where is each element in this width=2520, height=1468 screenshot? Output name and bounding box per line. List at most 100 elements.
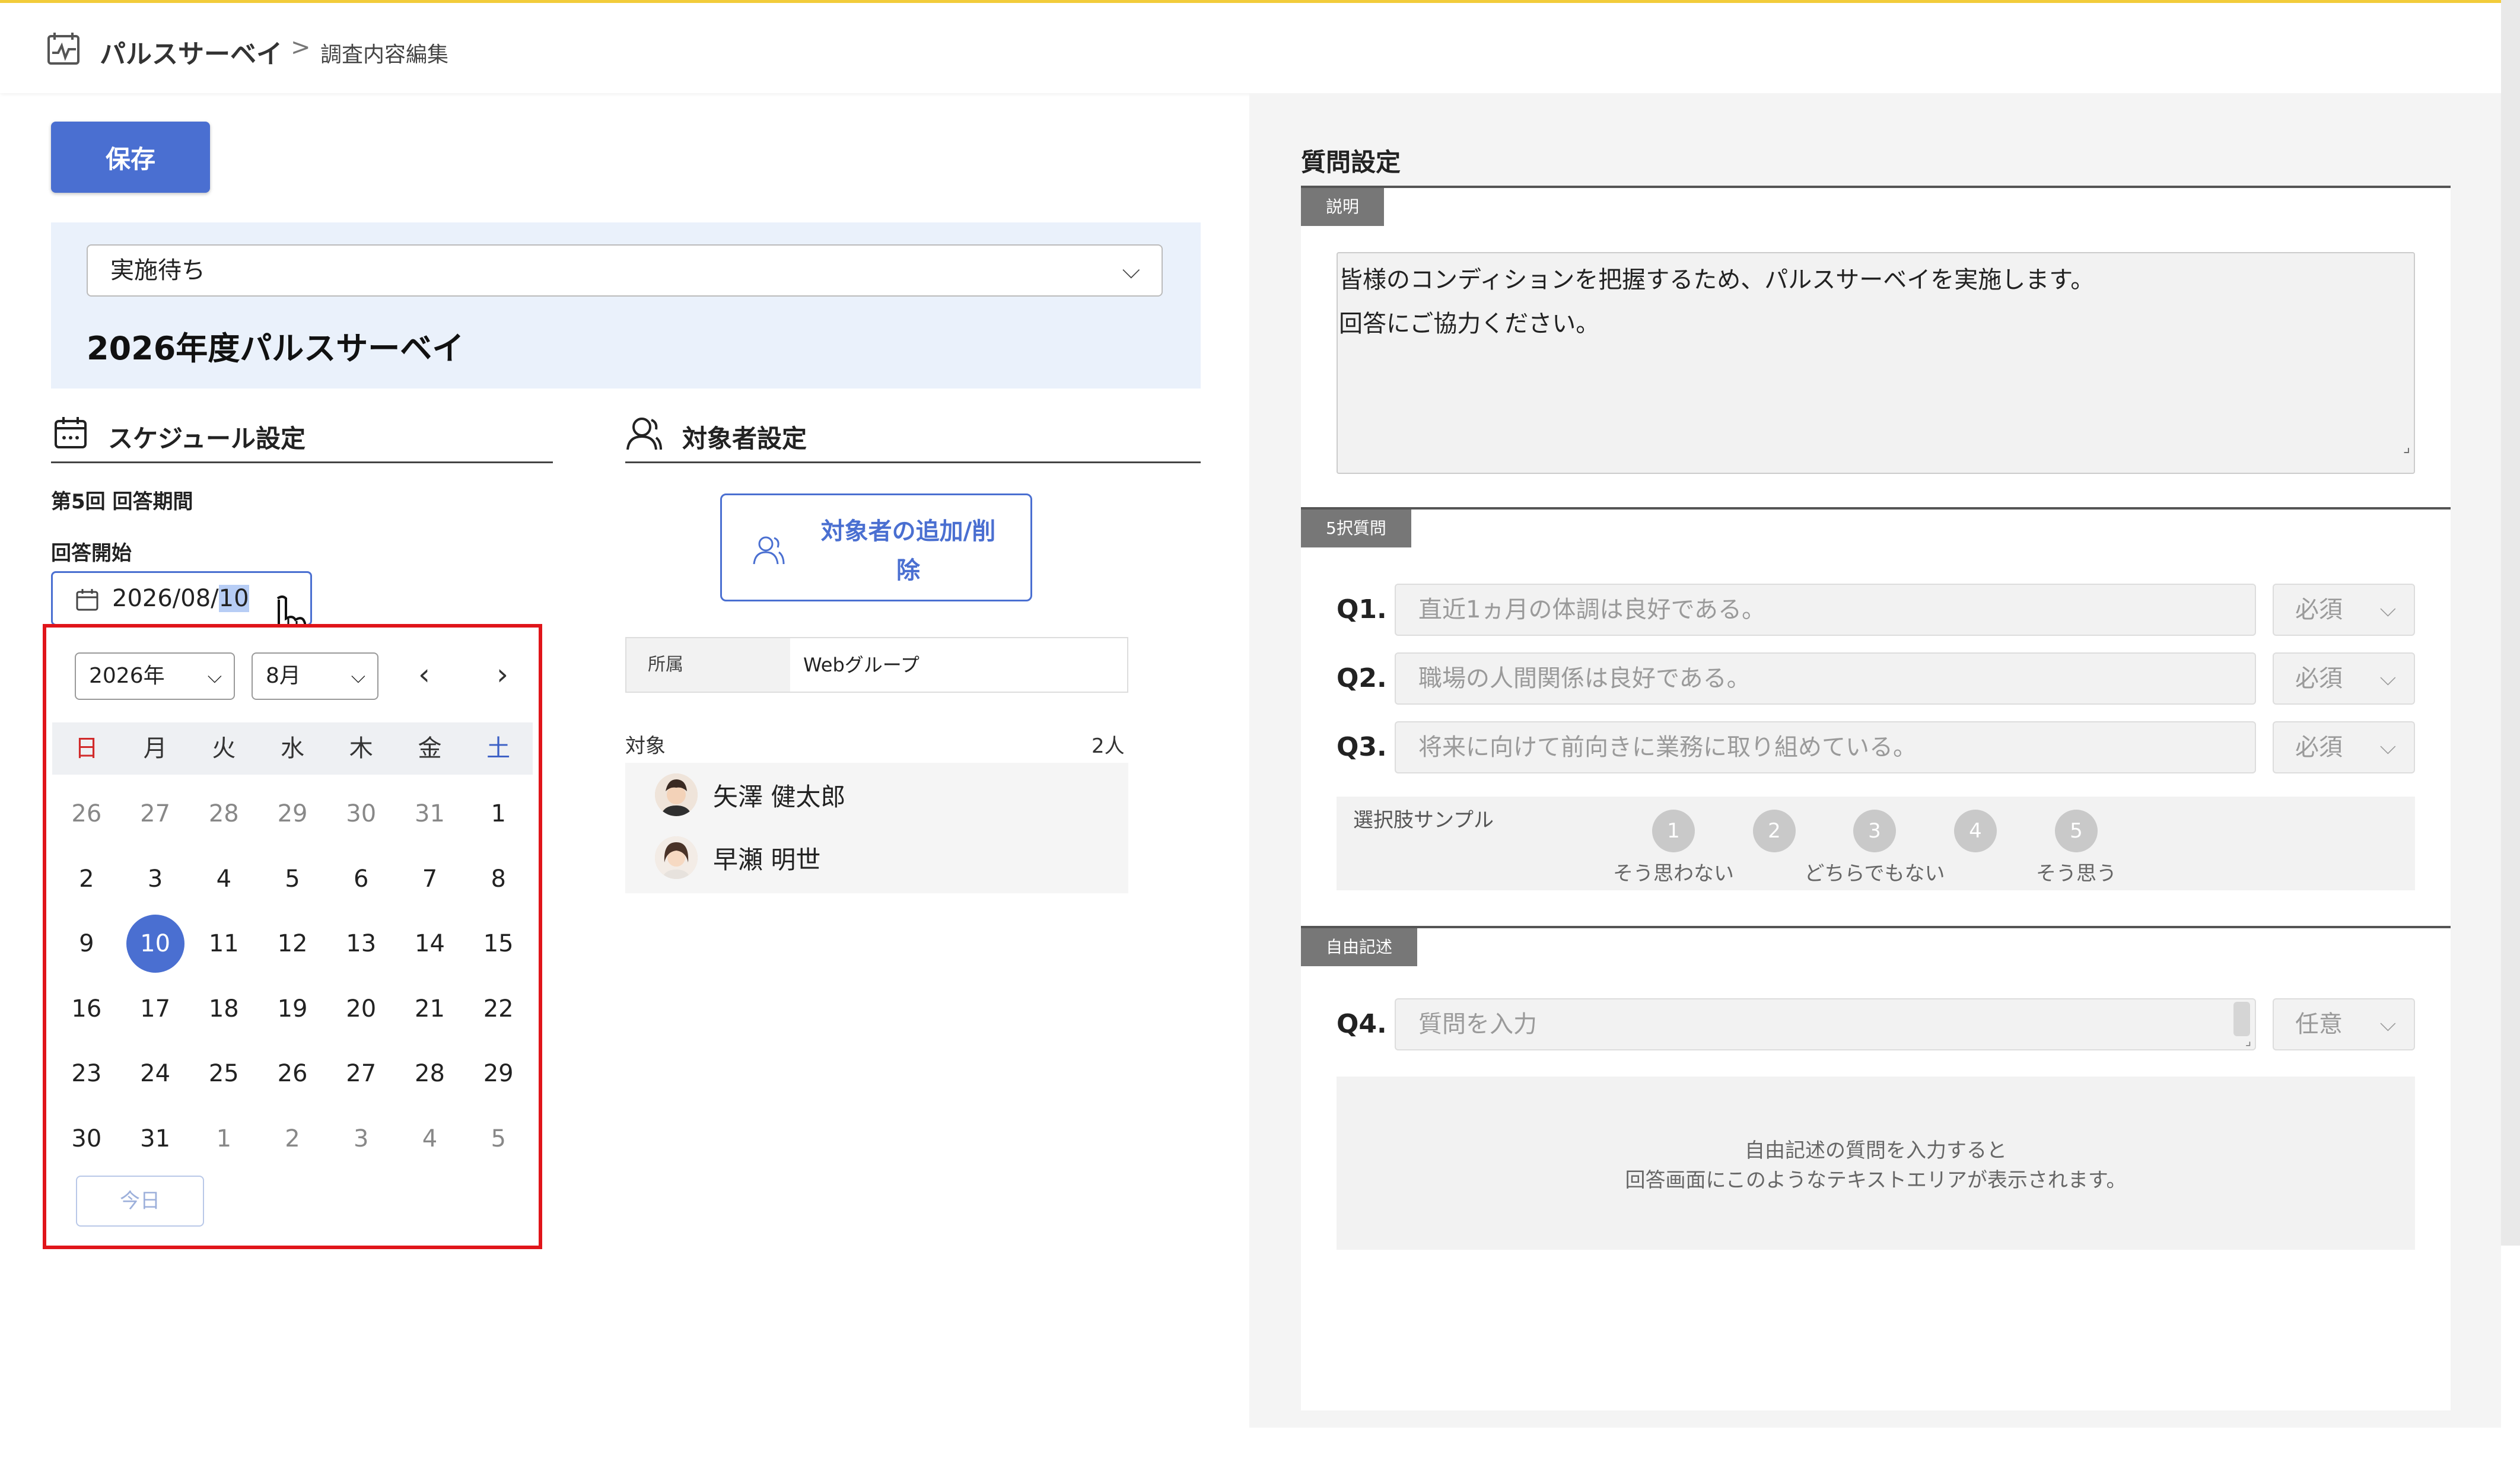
calendar-day[interactable]: 15	[464, 912, 533, 977]
question-input[interactable]: 直近1ヵ月の体調は良好である。	[1395, 584, 2256, 636]
calendar-day[interactable]: 2	[258, 1107, 327, 1172]
calendar-week-row: 26 27 28 29 30 31 1	[52, 782, 533, 847]
choice-option: 3	[1853, 810, 1896, 852]
chevron-down-icon: ⌵	[2379, 1012, 2396, 1036]
calendar-day[interactable]: 28	[396, 1042, 464, 1107]
calendar-day[interactable]: 29	[464, 1042, 533, 1107]
calendar-day[interactable]: 23	[52, 1042, 121, 1107]
required-select[interactable]: 必須 ⌵	[2273, 721, 2415, 773]
question-placeholder: 質問を入力	[1418, 1011, 1537, 1038]
calendar-day[interactable]: 24	[121, 1042, 190, 1107]
calendar-day[interactable]: 16	[52, 977, 121, 1042]
required-select[interactable]: 必須 ⌵	[2273, 584, 2415, 636]
choice-question-tag: 5択質問	[1301, 509, 1411, 547]
calendar-icon	[76, 589, 98, 611]
calendar-day[interactable]: 19	[258, 977, 327, 1042]
calendar-day[interactable]: 12	[258, 912, 327, 977]
question-input[interactable]: 質問を入力 ⌟	[1395, 998, 2256, 1050]
calendar-day[interactable]: 14	[396, 912, 464, 977]
calendar-day[interactable]: 31	[121, 1107, 190, 1172]
avatar	[655, 773, 698, 816]
calendar-day[interactable]: 8	[464, 847, 533, 912]
chevron-down-icon: ⌵	[351, 665, 365, 687]
question-row: Q3. 将来に向けて前向きに業務に取り組めている。 必須 ⌵	[1337, 721, 2415, 773]
calendar-day[interactable]: 30	[327, 782, 396, 847]
free-text-note: 自由記述の質問を入力すると	[1745, 1139, 2007, 1163]
calendar-day[interactable]: 28	[189, 782, 258, 847]
calendar-day-selected[interactable]: 10	[121, 912, 190, 977]
status-select[interactable]: 実施待ち ⌵	[87, 244, 1163, 297]
target-count: 2人	[1092, 734, 1125, 758]
schedule-divider	[51, 461, 553, 463]
description-textarea[interactable]: 皆様のコンディションを把握するため、パルスサーベイを実施します。 回答にご協力く…	[1337, 252, 2415, 474]
list-item: 矢澤 健太郎	[655, 771, 845, 819]
calendar-day[interactable]: 30	[52, 1107, 121, 1172]
calendar-day[interactable]: 5	[258, 847, 327, 912]
page-scrollbar[interactable]	[2501, 0, 2520, 1246]
calendar-icon	[55, 417, 87, 448]
calendar-day[interactable]: 4	[396, 1107, 464, 1172]
add-remove-target-button[interactable]: 対象者の追加/削 除	[720, 493, 1032, 601]
calendar-day[interactable]: 3	[327, 1107, 396, 1172]
question-settings-panel: 説明 皆様のコンディションを把握するため、パルスサーベイを実施します。 回答にご…	[1301, 186, 2451, 1410]
calendar-day[interactable]: 26	[52, 782, 121, 847]
textarea-scrollbar[interactable]	[2233, 1002, 2250, 1036]
date-picker-calendar: 2026年 ⌵ 8月 ⌵ ‹ › 日 月 火 水 木 金 土 26 27 28 …	[43, 624, 542, 1249]
add-remove-target-label: 対象者の追加/削 除	[820, 518, 996, 584]
free-text-tag: 自由記述	[1301, 928, 1418, 966]
next-month-chevron-right-icon[interactable]: ›	[482, 655, 523, 696]
calendar-day[interactable]: 5	[464, 1107, 533, 1172]
calendar-day[interactable]: 7	[396, 847, 464, 912]
calendar-day[interactable]: 11	[189, 912, 258, 977]
description-line: 皆様のコンディションを把握するため、パルスサーベイを実施します。	[1339, 266, 2095, 294]
choice-option-label: どちらでもない	[1804, 862, 1945, 886]
save-button[interactable]: 保存	[51, 122, 210, 193]
resize-handle-icon[interactable]: ⌟	[2403, 425, 2410, 469]
calendar-day[interactable]: 22	[464, 977, 533, 1042]
calendar-day[interactable]: 31	[396, 782, 464, 847]
choice-option: 1	[1652, 810, 1695, 852]
user-icon	[626, 418, 662, 450]
weekday-thu: 木	[349, 735, 373, 762]
target-divider	[625, 461, 1201, 463]
question-settings-title: 質問設定	[1301, 148, 1401, 177]
calendar-day[interactable]: 2	[52, 847, 121, 912]
calendar-day[interactable]: 27	[327, 1042, 396, 1107]
calendar-day[interactable]: 9	[52, 912, 121, 977]
top-bar: パルスサーベイ > 調査内容編集	[0, 0, 2501, 93]
survey-title: 2026年度パルスサーベイ	[87, 330, 464, 367]
today-button[interactable]: 今日	[76, 1176, 204, 1227]
round-label: 第5回 回答期間	[51, 490, 193, 514]
calendar-day[interactable]: 20	[327, 977, 396, 1042]
calendar-day[interactable]: 29	[258, 782, 327, 847]
calendar-day[interactable]: 26	[258, 1042, 327, 1107]
calendar-day[interactable]: 1	[464, 782, 533, 847]
optional-select[interactable]: 任意 ⌵	[2273, 998, 2415, 1050]
required-select[interactable]: 必須 ⌵	[2273, 652, 2415, 705]
question-input[interactable]: 職場の人間関係は良好である。	[1395, 652, 2256, 705]
calendar-day[interactable]: 27	[121, 782, 190, 847]
question-number: Q3.	[1337, 732, 1387, 762]
question-number: Q4.	[1337, 1009, 1387, 1039]
department-value: Webグループ	[803, 654, 919, 676]
calendar-day[interactable]: 18	[189, 977, 258, 1042]
year-select[interactable]: 2026年 ⌵	[75, 652, 235, 700]
optional-value: 任意	[2295, 1011, 2343, 1038]
calendar-day[interactable]: 3	[121, 847, 190, 912]
prev-month-chevron-left-icon[interactable]: ‹	[403, 655, 445, 696]
resize-handle-icon[interactable]: ⌟	[2245, 1035, 2251, 1048]
calendar-day[interactable]: 1	[189, 1107, 258, 1172]
weekday-mon: 月	[143, 735, 167, 762]
calendar-day[interactable]: 4	[189, 847, 258, 912]
app-name-link[interactable]: パルスサーベイ	[100, 33, 282, 71]
calendar-day[interactable]: 6	[327, 847, 396, 912]
calendar-day[interactable]: 13	[327, 912, 396, 977]
month-select[interactable]: 8月 ⌵	[252, 652, 378, 700]
calendar-day[interactable]: 21	[396, 977, 464, 1042]
calendar-day[interactable]: 25	[189, 1042, 258, 1107]
department-row: 所属 Webグループ	[625, 637, 1128, 693]
calendar-day[interactable]: 17	[121, 977, 190, 1042]
question-input[interactable]: 将来に向けて前向きに業務に取り組めている。	[1395, 721, 2256, 773]
start-date-selected-part: 10	[218, 585, 249, 612]
weekday-header: 日 月 火 水 木 金 土	[52, 722, 533, 775]
